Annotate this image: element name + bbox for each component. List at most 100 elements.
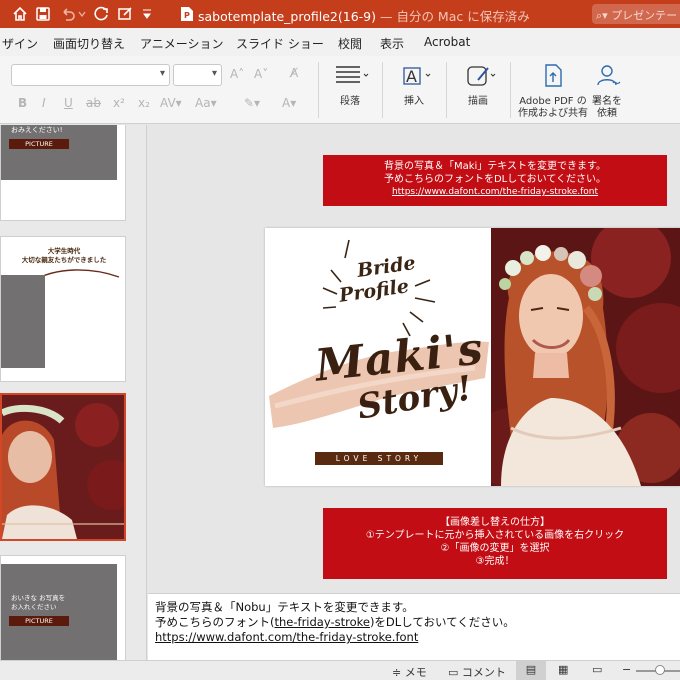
insert-button[interactable]: A 挿入 xyxy=(384,62,444,108)
undo-icon[interactable] xyxy=(58,4,78,24)
slide-thumbnail[interactable]: 大学生時代 大切な親友たちができました xyxy=(0,236,126,382)
notes-icon: ≑ xyxy=(392,666,402,679)
notes-toggle-label: メモ xyxy=(404,666,427,679)
zoom-slider-handle[interactable] xyxy=(655,665,665,675)
change-case-icon[interactable]: Aa▾ xyxy=(195,96,217,110)
instruction-line: 【画像差し替えの仕方】 xyxy=(440,517,550,528)
thumb-caption: おみえください! xyxy=(11,126,63,134)
document-title: sabotemplate_profile2(16-9) — 自分の Mac に保… xyxy=(198,6,530,25)
reading-view-icon[interactable]: ▭ xyxy=(592,663,602,676)
picture-badge: PICTURE xyxy=(9,616,69,626)
tab-slideshow[interactable]: スライド ショー xyxy=(236,35,324,52)
more-commands-icon[interactable] xyxy=(140,4,154,24)
tab-design[interactable]: ザイン xyxy=(2,35,38,52)
adobe-pdf-icon xyxy=(545,64,562,87)
ribbon-separator xyxy=(446,62,447,118)
photo-placeholder xyxy=(1,564,117,660)
slide-thumbnail-pane: おみえください! PICTURE 大学生時代 大切な親友たちができました おいき… xyxy=(0,125,147,660)
comment-icon: ▭ xyxy=(448,666,459,679)
notes-line: 予めこちらのフォント(the-friday-stroke)をDLしておいてくださ… xyxy=(155,615,680,630)
svg-text:P: P xyxy=(184,11,190,20)
superscript-icon[interactable]: x² xyxy=(113,96,125,110)
slide-editor: 背景の写真＆「Maki」テキストを変更できます。 予めこちらのフォントをDLして… xyxy=(148,125,680,593)
thumb-caption: おいきな お写真を お入れください xyxy=(11,594,66,611)
instruction-box-bottom[interactable]: 【画像差し替えの仕方】 ①テンプレートに元から挿入されている画像を右クリック ②… xyxy=(323,508,667,579)
request-signature-icon xyxy=(597,65,621,86)
decrease-font-size-icon[interactable]: A˅ xyxy=(254,67,268,81)
customize-toolbar-icon[interactable] xyxy=(116,4,136,24)
draw-icon xyxy=(467,66,496,86)
subscript-icon[interactable]: x₂ xyxy=(138,96,150,110)
bold-icon[interactable]: B xyxy=(18,96,27,110)
draw-label: 描画 xyxy=(468,96,488,107)
status-bar: ≑ メモ ▭ コメント ▤ ▦ ▭ − xyxy=(0,660,680,680)
tab-transitions[interactable]: 画面切り替え xyxy=(53,35,125,52)
svg-text:A: A xyxy=(406,67,417,86)
increase-font-size-icon[interactable]: A˄ xyxy=(230,67,244,81)
slide-thumbnail[interactable]: おいきな お写真を お入れください PICTURE xyxy=(0,555,126,660)
ribbon: ▾ ▾ A˄ A˅ A̸ B I U ab x² x₂ AV▾ Aa▾ ✎▾ A… xyxy=(0,56,680,124)
tab-review[interactable]: 校閲 xyxy=(338,35,362,52)
notes-text: 予めこちらのフォント( xyxy=(155,615,275,629)
save-icon[interactable] xyxy=(33,4,53,24)
search-icon: ⌕▾ xyxy=(596,9,608,22)
comments-toggle[interactable]: ▭ コメント xyxy=(448,664,506,680)
thumb-title: 大学生時代 大切な親友たちができました xyxy=(21,247,107,264)
slide-thumbnail[interactable]: おみえください! PICTURE xyxy=(0,125,126,221)
character-spacing-icon[interactable]: AV▾ xyxy=(160,96,182,110)
font-download-link[interactable]: https://www.dafont.com/the-friday-stroke… xyxy=(323,186,667,199)
redo-icon[interactable] xyxy=(92,4,112,24)
ribbon-separator xyxy=(510,62,511,118)
normal-view-icon[interactable]: ▤ xyxy=(516,661,546,680)
slide-canvas[interactable]: Bride Profile Maki's Story! LOVE STORY xyxy=(265,228,680,486)
instruction-line: ③完成！ xyxy=(475,556,515,567)
italic-icon[interactable]: I xyxy=(42,96,46,110)
slide-thumbnail-selected[interactable] xyxy=(0,393,126,541)
notes-line: 背景の写真＆「Nobu」テキストを変更できます。 xyxy=(155,600,414,614)
paragraph-label: 段落 xyxy=(340,96,360,107)
thumb-photo xyxy=(2,395,124,539)
picture-badge: PICTURE xyxy=(9,139,69,149)
instruction-box-top[interactable]: 背景の写真＆「Maki」テキストを変更できます。 予めこちらのフォントをDLして… xyxy=(323,155,667,206)
search-placeholder: プレゼンテー xyxy=(611,9,678,22)
home-icon[interactable] xyxy=(10,4,30,24)
search-box[interactable]: ⌕▾ プレゼンテー xyxy=(592,4,680,24)
tab-animations[interactable]: アニメーション xyxy=(140,35,224,52)
font-name-select[interactable]: ▾ xyxy=(11,64,170,86)
zoom-out-icon[interactable]: − xyxy=(622,663,631,676)
title-bar: P sabotemplate_profile2(16-9) — 自分の Mac … xyxy=(0,0,680,28)
notes-font-link[interactable]: https://www.dafont.com/the-friday-stroke… xyxy=(155,630,680,645)
chevron-down-icon: ▾ xyxy=(159,68,165,79)
paragraph-button[interactable]: 段落 xyxy=(320,62,380,108)
undo-dropdown-icon[interactable] xyxy=(77,4,87,24)
instruction-line: 背景の写真＆「Maki」テキストを変更できます。 xyxy=(383,161,607,172)
font-size-select[interactable]: ▾ xyxy=(173,64,222,86)
font-color-icon[interactable]: A▾ xyxy=(282,96,296,110)
font-name-link[interactable]: the-friday-stroke xyxy=(275,615,370,629)
comments-toggle-label: コメント xyxy=(461,666,506,679)
insert-textbox-icon: A xyxy=(403,67,431,86)
adobe-pdf-label: Adobe PDF の 作成および共有 xyxy=(518,96,588,119)
document-name: sabotemplate_profile2(16-9) xyxy=(198,9,376,24)
notes-text: )をDLしておいてください。 xyxy=(369,615,515,629)
chevron-down-icon: ▾ xyxy=(211,68,217,79)
instruction-line: 予めこちらのフォントをDLしておいてください。 xyxy=(383,174,607,185)
draw-button[interactable]: 描画 xyxy=(448,62,508,108)
notes-toggle[interactable]: ≑ メモ xyxy=(392,664,427,680)
instruction-line: ①テンプレートに元から挿入されている画像を右クリック xyxy=(365,530,625,541)
powerpoint-window: P sabotemplate_profile2(16-9) — 自分の Mac … xyxy=(0,0,680,680)
ribbon-tabs: ザイン 画面切り替え アニメーション スライド ショー 校閲 表示 Acroba… xyxy=(0,28,680,56)
insert-label: 挿入 xyxy=(404,96,424,107)
underline-icon[interactable]: U xyxy=(64,96,73,110)
request-signature-button[interactable]: 署名を 依頼 xyxy=(580,62,634,120)
tab-view[interactable]: 表示 xyxy=(380,35,404,52)
bride-photo[interactable] xyxy=(491,228,680,486)
adobe-pdf-button[interactable]: Adobe PDF の 作成および共有 xyxy=(518,62,588,120)
slide-sorter-view-icon[interactable]: ▦ xyxy=(558,663,568,676)
love-story-banner: LOVE STORY xyxy=(315,452,443,465)
clear-formatting-icon[interactable]: A̸ xyxy=(290,66,298,80)
speaker-notes[interactable]: 背景の写真＆「Nobu」テキストを変更できます。 予めこちらのフォント(the-… xyxy=(148,593,680,660)
tab-acrobat[interactable]: Acrobat xyxy=(424,35,470,49)
strikethrough-icon[interactable]: ab xyxy=(86,96,101,110)
highlight-icon[interactable]: ✎▾ xyxy=(244,96,260,110)
